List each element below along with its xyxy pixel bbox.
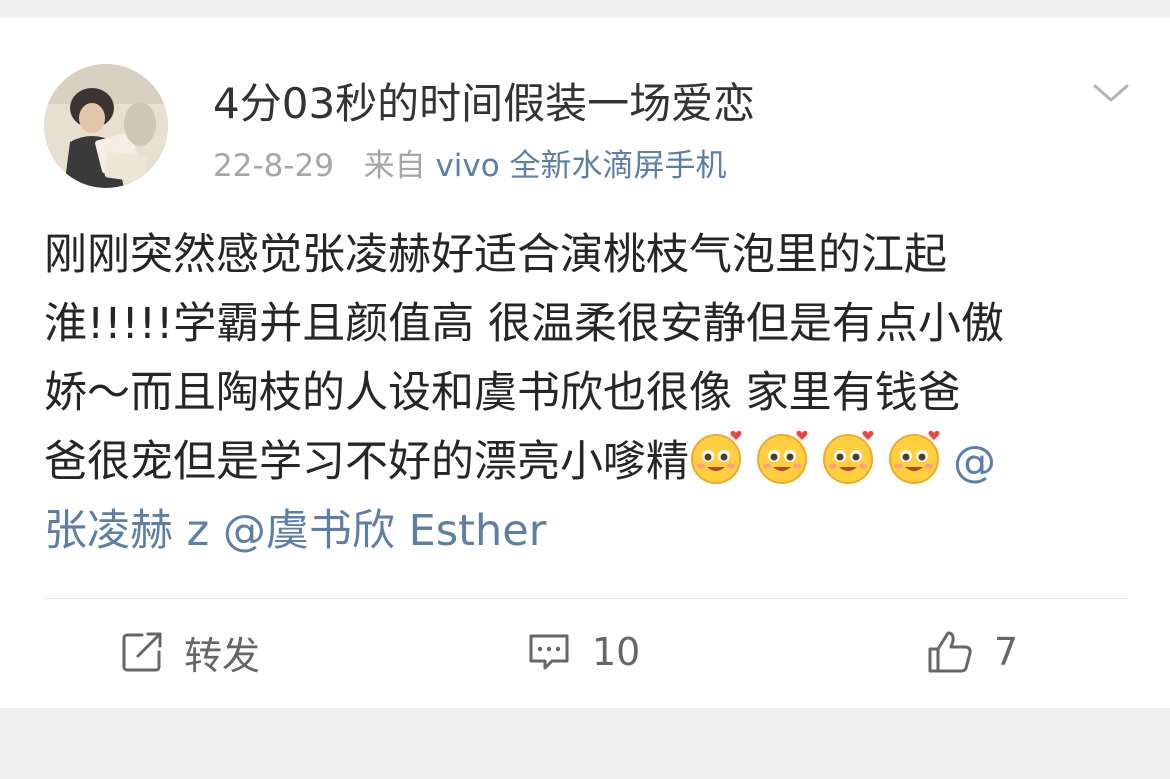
post-text-line: 刚刚突然感觉张凌赫好适合演桃枝气泡里的江起 [44,230,947,280]
author-name[interactable]: 4分03秒的时间假装一场爱恋 [213,76,755,132]
comment-button[interactable]: 10 [526,624,640,680]
like-count: 7 [994,630,1019,674]
heart-eyes-face-icon [823,430,874,484]
meta-gap [344,148,354,184]
bottom-separator [0,708,1170,779]
avatar-photo [44,64,168,188]
chevron-down-icon [1093,84,1129,102]
device-source[interactable]: vivo 全新水滴屏手机 [435,148,726,184]
heart-eyes-face-icon [691,430,742,484]
post-menu-button[interactable] [1092,78,1130,108]
thumbs-up-icon [928,631,972,673]
mention-at[interactable]: @ [953,437,996,487]
post-content: 刚刚突然感觉张凌赫好适合演桃枝气泡里的江起 淮!!!!!学霸并且颜值高 很温柔很… [44,221,1124,566]
heart-eyes-face-icon [889,430,940,484]
comment-icon [529,634,569,670]
post-text-line-with-emoji: 爸很宠但是学习不好的漂亮小嗲精 @ [44,428,1124,497]
top-separator [0,0,1170,18]
source-prefix: 来自 [363,148,426,184]
post-date: 22-8-29 [213,148,334,184]
action-divider [44,598,1128,599]
post-text-segment: 爸很宠但是学习不好的漂亮小嗲精 [44,437,689,487]
post-meta: 22-8-29 来自 vivo 全新水滴屏手机 [213,146,727,186]
mention-link[interactable]: 张凌赫 z [44,506,209,556]
avatar[interactable] [44,64,168,188]
comment-count: 10 [592,630,641,674]
like-button[interactable]: 7 [926,624,1018,680]
repost-button[interactable]: 转发 [120,624,260,680]
mention-link[interactable]: @虞书欣 Esther [223,506,547,556]
repost-label: 转发 [184,633,261,678]
post-text-line: 淮!!!!!学霸并且颜值高 很温柔很安静但是有点小傲 [44,299,1004,349]
share-icon [122,632,162,672]
post-text-line: 娇～而且陶枝的人设和虞书欣也很像 家里有钱爸 [44,368,961,418]
heart-eyes-face-icon [757,430,808,484]
mentions-line: 张凌赫 z @虞书欣 Esther [44,497,1124,566]
